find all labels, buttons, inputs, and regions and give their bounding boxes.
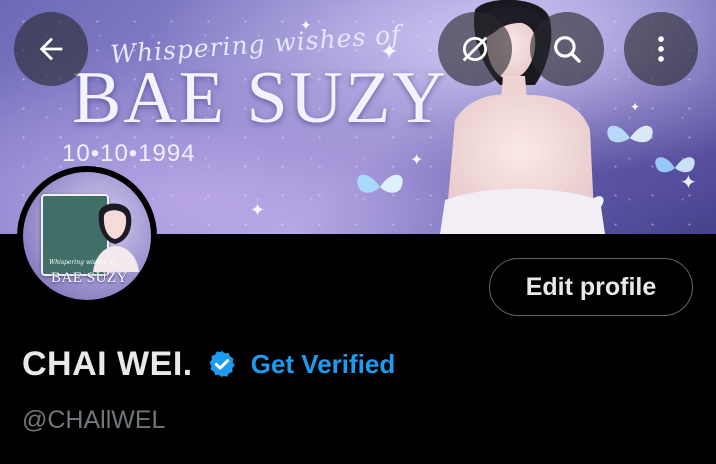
edit-profile-button[interactable]: Edit profile (489, 258, 693, 316)
name-row: CHAI WEI. Get Verified (22, 340, 395, 388)
banner-date: 10•10•1994 (62, 140, 196, 167)
avatar[interactable]: Whispering wishes of BAE SUZY (17, 166, 157, 306)
eye-slash-icon (462, 36, 488, 62)
banner-title: BAE SUZY (72, 57, 448, 139)
get-verified-link[interactable]: Get Verified (251, 349, 396, 380)
more-button[interactable] (624, 12, 698, 86)
sparkle-icon: ✦ (250, 200, 266, 221)
butterfly-icon (655, 157, 695, 173)
arrow-left-icon (39, 37, 63, 61)
back-button[interactable] (14, 12, 88, 86)
avatar-image: Whispering wishes of BAE SUZY (23, 172, 151, 300)
avatar-title: BAE SUZY (51, 270, 128, 286)
butterfly-icon (357, 174, 403, 193)
verified-badge-icon[interactable] (207, 349, 237, 379)
display-name: CHAI WEI. (22, 344, 193, 383)
hide-button[interactable] (438, 12, 512, 86)
search-button[interactable] (530, 12, 604, 86)
search-icon (554, 36, 581, 63)
avatar-script-text: Whispering wishes of (49, 259, 115, 266)
more-vertical-icon (658, 36, 664, 62)
user-handle: @CHAllWEL (22, 406, 166, 434)
